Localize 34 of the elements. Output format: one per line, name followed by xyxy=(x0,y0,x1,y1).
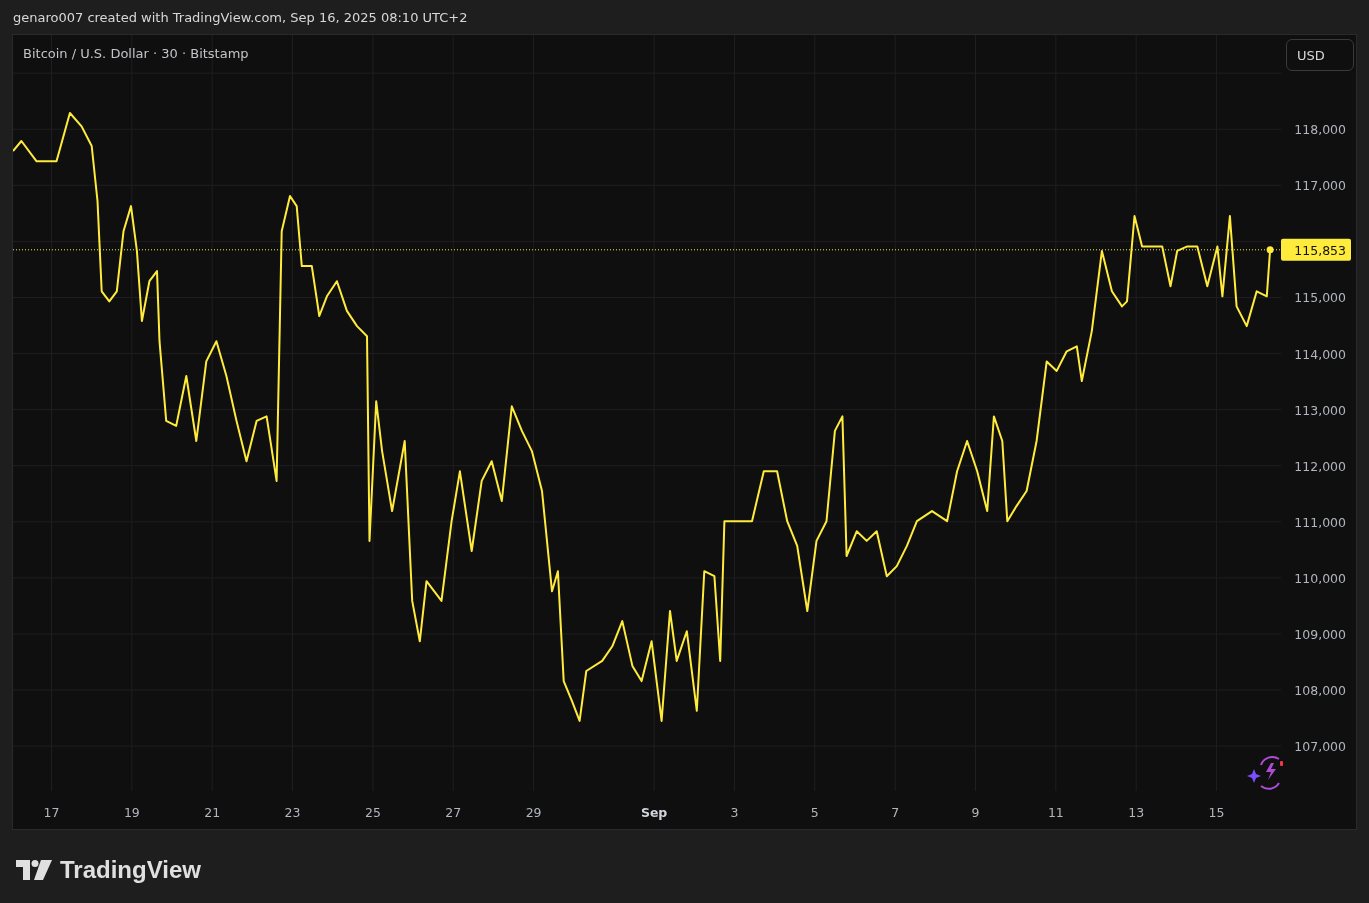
y-axis-label: 108,000 xyxy=(1294,683,1346,699)
x-axis-label: 25 xyxy=(364,805,381,820)
x-axis-label: 23 xyxy=(284,805,301,820)
y-axis-label: 111,000 xyxy=(1294,514,1346,530)
x-axis-label: 3 xyxy=(730,805,739,820)
symbol-title: Bitcoin / U.S. Dollar · 30 · Bitstamp xyxy=(23,46,249,61)
x-axis-label: 11 xyxy=(1047,805,1064,820)
x-axis-label: 19 xyxy=(123,805,140,820)
x-axis-label: 27 xyxy=(445,805,462,820)
price-tag: 115,853 xyxy=(1281,238,1351,261)
logo-icon xyxy=(16,860,52,880)
x-axis-label: 15 xyxy=(1208,805,1225,820)
y-axis-label: 107,000 xyxy=(1294,739,1346,755)
x-axis-label: 29 xyxy=(525,805,542,820)
y-axis-label: 114,000 xyxy=(1294,346,1346,362)
x-axis-label: 9 xyxy=(971,805,980,820)
x-axis-label: 21 xyxy=(204,805,221,820)
x-axis-label: 17 xyxy=(43,805,60,820)
y-axis-label: 115,000 xyxy=(1294,290,1346,306)
attribution-text: genaro007 created with TradingView.com, Sep 16, 2025 08:10 UTC+2 xyxy=(13,9,468,25)
y-axis-label: 110,000 xyxy=(1294,570,1346,586)
x-axis-label: 7 xyxy=(891,805,900,820)
x-axis-label: Sep xyxy=(640,805,668,820)
last-price-dot xyxy=(1266,246,1274,254)
x-axis-label: 13 xyxy=(1128,805,1145,820)
sparkle-bolt-icon xyxy=(1247,755,1283,790)
x-axis-label: 5 xyxy=(810,805,819,820)
logo-text: TradingView xyxy=(60,856,201,884)
y-axis-label: 118,000 xyxy=(1294,122,1346,138)
currency-button[interactable]: USD xyxy=(1286,39,1354,71)
y-axis-label: 112,000 xyxy=(1294,458,1346,474)
y-axis-label: 109,000 xyxy=(1294,626,1346,642)
y-axis-label: 113,000 xyxy=(1294,402,1346,418)
y-axis-label: 117,000 xyxy=(1294,178,1346,194)
